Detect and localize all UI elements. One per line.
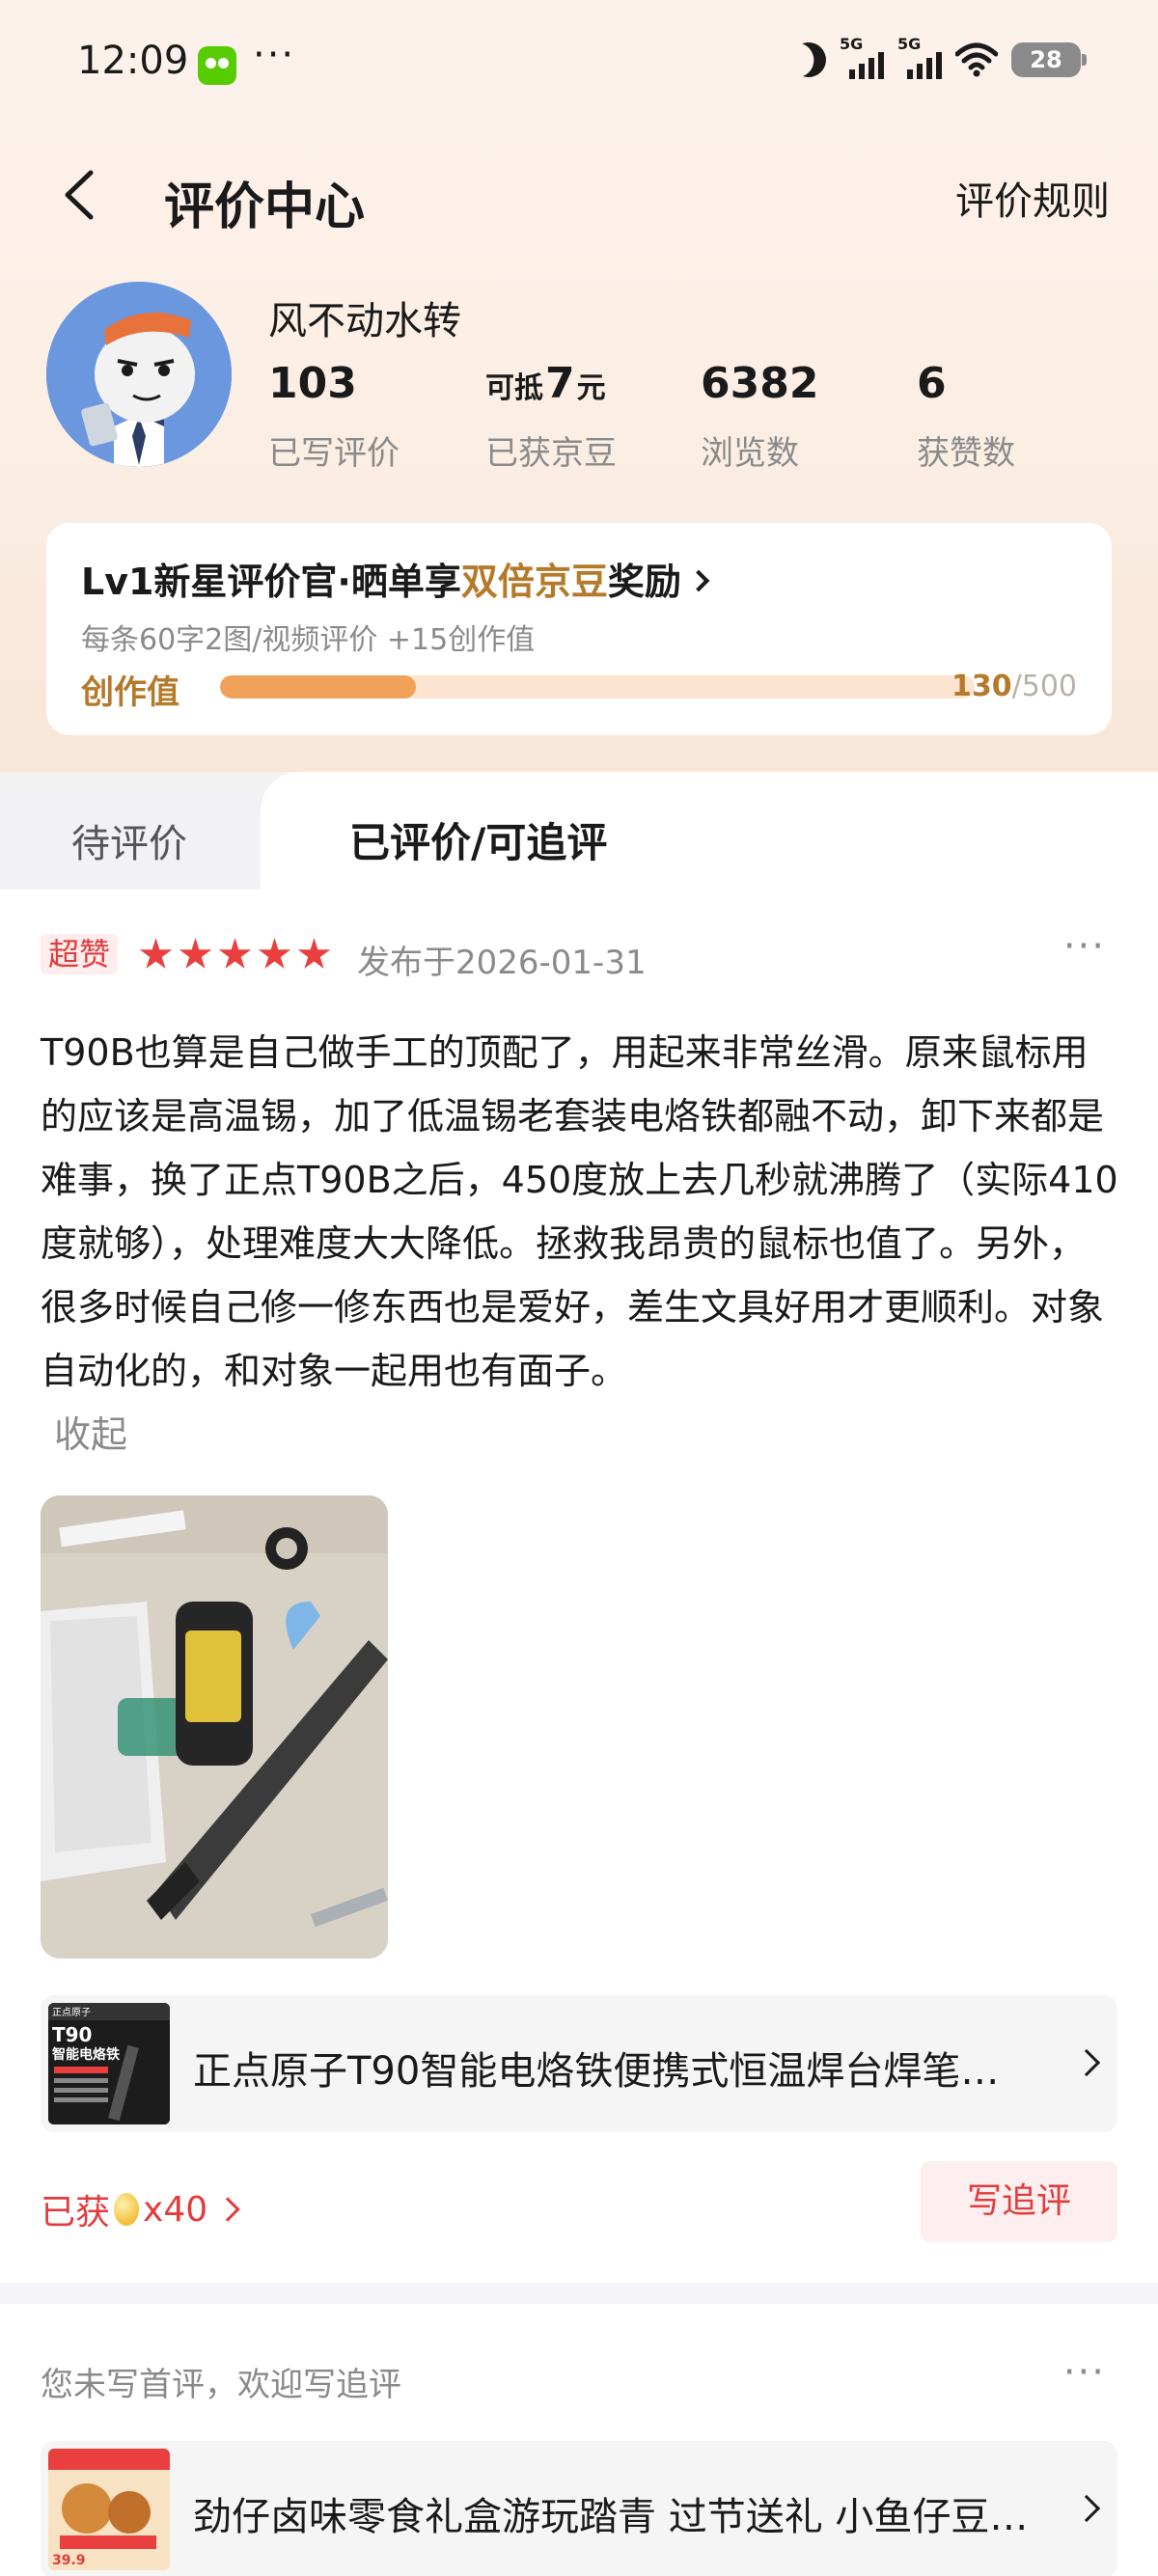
- level-title-suffix: 奖励: [607, 561, 681, 603]
- back-arrow-icon[interactable]: [60, 169, 98, 221]
- stat-suffix: 元: [576, 371, 606, 405]
- level-title[interactable]: Lv1新星评价官·晒单享双倍京豆奖励: [81, 552, 710, 605]
- stat-written-reviews[interactable]: 103 已写评价: [268, 359, 400, 474]
- star-icon: [297, 938, 331, 969]
- earned-label: 已获: [41, 2193, 111, 2233]
- stat-label: 已获京豆: [485, 434, 617, 473]
- status-bar: 12:09 ··· 5G 5G 28: [0, 0, 1158, 130]
- level-subtitle: 每条60字2图/视频评价 +15创作值: [81, 623, 536, 657]
- network-type-label: 5G: [840, 35, 864, 53]
- more-options-icon[interactable]: ···: [1063, 2350, 1106, 2395]
- creation-value-total: /500: [1011, 670, 1077, 703]
- stat-value: 103: [268, 359, 357, 408]
- product-row-2[interactable]: 39.9 劲仔卤味零食礼盒游玩踏青 过节送礼 小鱼仔豆…: [41, 2441, 1117, 2576]
- chevron-right-icon: [1072, 2048, 1101, 2077]
- creation-value-progress-fill: [220, 675, 417, 699]
- status-icons: 5G 5G 28: [791, 35, 1087, 79]
- thumb-price-text: 39.9: [52, 2553, 86, 2568]
- status-more-icon: ···: [253, 33, 296, 77]
- creation-value-current: 130: [951, 670, 1012, 703]
- tab-reviewed-label[interactable]: 已评价/可追评: [349, 810, 607, 869]
- stat-value: 6: [917, 359, 947, 408]
- status-time: 12:09: [77, 39, 189, 83]
- star-icon: [139, 938, 173, 969]
- no-first-review-hint: 您未写首评，欢迎写追评: [41, 2366, 401, 2404]
- product-thumbnail-2: 39.9: [48, 2449, 170, 2570]
- do-not-disturb-moon-icon: [786, 38, 831, 82]
- creation-value-label: 创作值: [81, 673, 179, 712]
- super-like-badge: 超赞: [41, 934, 119, 974]
- jingdou-bean-icon: [114, 2193, 140, 2226]
- battery-icon: 28: [1011, 42, 1087, 77]
- stat-value: 7: [545, 359, 575, 408]
- level-card[interactable]: Lv1新星评价官·晒单享双倍京豆奖励 每条60字2图/视频评价 +15创作值 创…: [46, 523, 1112, 735]
- write-follow-up-button[interactable]: 写追评: [921, 2161, 1117, 2242]
- earned-count: x40: [143, 2189, 208, 2230]
- review-rules-link[interactable]: 评价规则: [955, 170, 1110, 226]
- creation-value-count: 130/500: [951, 670, 1077, 703]
- tab-pending-label[interactable]: 待评价: [71, 812, 187, 868]
- stat-label: 已写评价: [268, 434, 400, 473]
- section-divider: [0, 2283, 1158, 2304]
- signal-icon-2: 5G: [897, 35, 942, 79]
- level-title-highlight: 双倍京豆: [460, 561, 608, 603]
- star-icon: [258, 938, 291, 969]
- stat-prefix: 可抵: [485, 371, 543, 405]
- stat-value: 6382: [701, 359, 819, 408]
- creation-value-progress: [220, 675, 975, 699]
- chevron-right-icon: [215, 2197, 240, 2222]
- thumb-title-text: 智能电烙铁: [51, 2046, 120, 2063]
- star-icon: [218, 938, 252, 969]
- username: 风不动水转: [268, 299, 461, 343]
- collapse-link[interactable]: 收起: [54, 1405, 127, 1458]
- stat-likes[interactable]: 6 获赞数: [917, 359, 1015, 474]
- page-title: 评价中心: [164, 178, 366, 236]
- stat-label: 浏览数: [701, 434, 799, 473]
- thumb-brand-text: 正点原子: [52, 2007, 91, 2018]
- chevron-right-icon: [687, 569, 710, 592]
- duolingo-app-icon: [198, 46, 236, 85]
- stat-jingdou[interactable]: 可抵 7 元 已获京豆: [485, 359, 617, 474]
- signal-icon: 5G: [840, 35, 884, 79]
- product-row[interactable]: 正点原子 T90 智能电烙铁 正点原子T90智能电烙铁便携式恒温焊台焊笔…: [41, 1995, 1117, 2132]
- earned-beans-link[interactable]: 已获 x40: [41, 2184, 240, 2234]
- product-name-2: 劲仔卤味零食礼盒游玩踏青 过节送礼 小鱼仔豆…: [193, 2495, 1029, 2539]
- chevron-right-icon: [1072, 2494, 1101, 2523]
- product-thumbnail: 正点原子 T90 智能电烙铁: [48, 2003, 170, 2124]
- stat-views[interactable]: 6382 浏览数: [701, 359, 818, 474]
- network-type-label-2: 5G: [897, 35, 922, 53]
- published-date: 发布于2026-01-31: [357, 944, 647, 982]
- review-text: T90B也算是自己做手工的顶配了，用起来非常丝滑。原来鼠标用的应该是高温锡，加了…: [41, 1031, 1118, 1392]
- star-icon: [179, 938, 212, 969]
- more-options-icon[interactable]: ···: [1063, 924, 1106, 969]
- stat-label: 获赞数: [917, 434, 1015, 473]
- wifi-icon: [955, 42, 998, 77]
- avatar[interactable]: [46, 282, 232, 467]
- product-name: 正点原子T90智能电烙铁便携式恒温焊台焊笔…: [193, 2049, 1000, 2094]
- rating-stars: [139, 938, 331, 972]
- level-title-text: Lv1新星评价官·晒单享: [81, 561, 461, 603]
- thumb-model-text: T90: [52, 2023, 92, 2046]
- review-photo[interactable]: [41, 1495, 388, 1959]
